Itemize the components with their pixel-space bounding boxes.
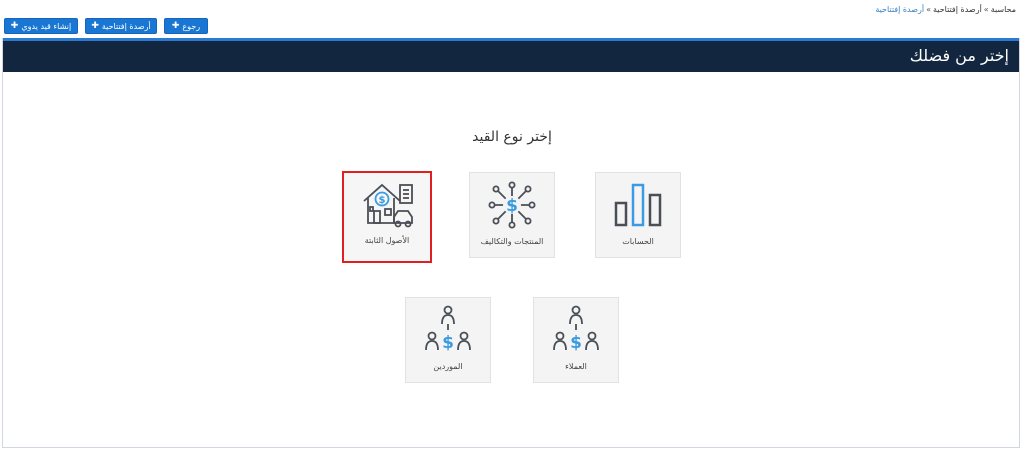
- svg-text:$: $: [506, 196, 518, 216]
- back-label: رجوع: [182, 21, 201, 31]
- arrow-icon: ✚: [171, 21, 180, 31]
- manual-entry-label: إنشاء قيد يدوي: [21, 21, 72, 31]
- option-label: العملاء: [565, 362, 587, 371]
- option-label: الموردين: [433, 362, 463, 371]
- house-asset-icon: $: [363, 183, 413, 228]
- option-label: المنتجات والتكاليف: [480, 237, 544, 246]
- bar-chart-icon: [614, 183, 662, 227]
- panel-title: إختر من فضلك: [909, 46, 1009, 65]
- cost-network-icon: $: [488, 181, 536, 229]
- opening-balances-button[interactable]: ✚ أرصدة إفتتاحية: [85, 18, 157, 34]
- manual-entry-button[interactable]: ✚ إنشاء قيد يدوي: [4, 18, 78, 34]
- breadcrumb-separator: »: [926, 5, 932, 14]
- option-accounts[interactable]: الحسابات: [595, 172, 681, 258]
- hierarchy-money-icon: $: [425, 305, 471, 353]
- breadcrumb-separator: »: [983, 5, 989, 14]
- plus-icon: ✚: [91, 21, 99, 31]
- panel-header: إختر من فضلك: [3, 38, 1019, 72]
- opening-balances-label: أرصدة إفتتاحية: [101, 21, 151, 31]
- breadcrumb-item-opening-balances[interactable]: أرصدة إفتتاحية: [933, 5, 982, 14]
- svg-text:$: $: [442, 333, 454, 353]
- svg-text:$: $: [379, 195, 386, 206]
- plus-icon: ✚: [10, 21, 19, 31]
- option-label: الحسابات: [622, 237, 654, 246]
- option-fixed-assets[interactable]: $ الأصول الثابتة: [342, 171, 432, 263]
- option-suppliers[interactable]: $ الموردين: [405, 297, 491, 383]
- breadcrumb-item-accounting[interactable]: محاسبة: [991, 5, 1016, 14]
- svg-text:$: $: [570, 333, 582, 353]
- breadcrumb: محاسبة»أرصدة إفتتاحية»أرصدة إفتتاحية: [875, 5, 1016, 14]
- option-label: الأصول الثابتة: [364, 236, 410, 245]
- section-title: إختر نوع القيد: [472, 129, 552, 145]
- back-button[interactable]: ✚ رجوع: [164, 18, 208, 34]
- option-customers[interactable]: $ العملاء: [533, 297, 619, 383]
- hierarchy-money-icon: $: [553, 305, 599, 353]
- breadcrumb-item-current[interactable]: أرصدة إفتتاحية: [875, 5, 924, 14]
- option-products-costs[interactable]: $ المنتجات والتكاليف: [469, 172, 555, 258]
